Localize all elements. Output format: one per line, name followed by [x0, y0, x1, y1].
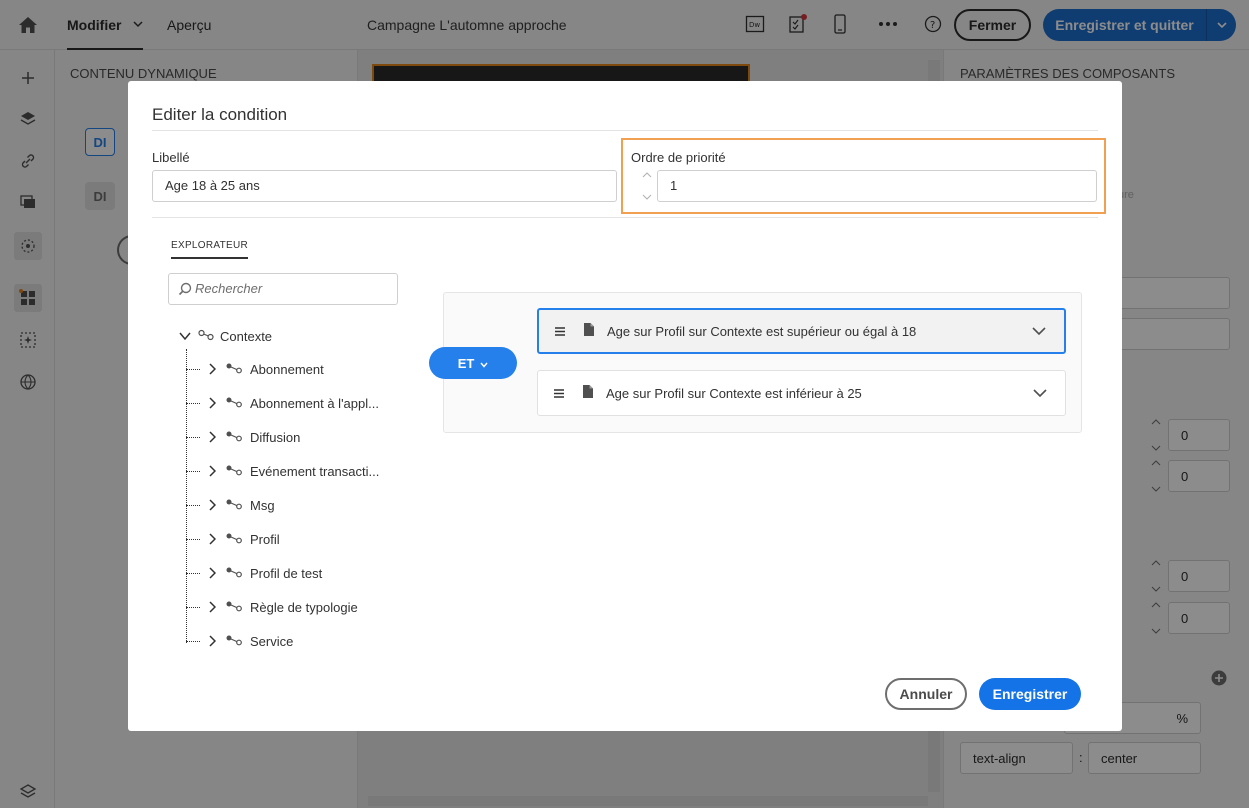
priority-stepper[interactable] [638, 172, 656, 200]
chevron-right-icon[interactable] [206, 397, 218, 409]
condition-row[interactable]: Age sur Profil sur Contexte est inférieu… [537, 370, 1066, 416]
tree-node-label: Service [250, 633, 294, 649]
link-node-icon [226, 634, 242, 649]
label-input[interactable]: Age 18 à 25 ans [152, 170, 617, 202]
label-field-label: Libellé [152, 150, 190, 165]
search-icon [178, 282, 192, 299]
tree-node-label: Profil de test [250, 565, 323, 581]
tree-node[interactable]: Msg [186, 494, 275, 516]
tree-node[interactable]: Profil de test [186, 562, 322, 584]
chevron-down-icon[interactable] [1033, 386, 1049, 401]
tree-node-label: Diffusion [250, 429, 301, 445]
operator-button[interactable]: ET [429, 347, 517, 379]
tree-node-label: Règle de typologie [250, 599, 358, 615]
chevron-right-icon[interactable] [206, 363, 218, 375]
tree-node-label: Evénement transacti... [250, 463, 380, 479]
condition-label: Age sur Profil sur Contexte est supérieu… [607, 323, 917, 339]
chevron-right-icon[interactable] [206, 635, 218, 647]
tree-node-label: Abonnement à l'appl... [250, 395, 379, 411]
link-node-icon [226, 464, 242, 479]
chevron-right-icon[interactable] [206, 499, 218, 511]
divider [152, 217, 1098, 218]
tree-node[interactable]: Service [186, 630, 293, 652]
drag-handle-icon[interactable] [554, 386, 568, 401]
search-input[interactable]: Rechercher [168, 273, 398, 305]
chevron-right-icon[interactable] [206, 567, 218, 579]
tree-node[interactable]: Abonnement [186, 358, 324, 380]
chevron-right-icon[interactable] [206, 465, 218, 477]
cancel-button[interactable]: Annuler [885, 678, 967, 710]
tree-node-label: Profil [250, 531, 280, 547]
divider [152, 130, 1098, 131]
link-node-icon [226, 566, 242, 581]
edit-condition-dialog: Editer la condition Libellé Age 18 à 25 … [128, 81, 1122, 731]
save-button[interactable]: Enregistrer [979, 678, 1081, 710]
tree-node[interactable]: Profil [186, 528, 280, 550]
link-node-icon [226, 430, 242, 445]
link-node-icon [226, 362, 242, 377]
drag-handle-icon[interactable] [555, 324, 569, 339]
chevron-right-icon[interactable] [206, 431, 218, 443]
tree-node-label: Abonnement [250, 361, 324, 377]
condition-row[interactable]: Age sur Profil sur Contexte est supérieu… [537, 308, 1066, 354]
chevron-right-icon[interactable] [206, 601, 218, 613]
operator-label[interactable]: ET [458, 356, 475, 371]
chevron-down-icon[interactable] [480, 356, 488, 371]
chevron-down-icon[interactable] [178, 329, 192, 344]
document-icon [582, 384, 594, 402]
tree-node[interactable]: Diffusion [186, 426, 300, 448]
tree-node[interactable]: Règle de typologie [186, 596, 358, 618]
dialog-title: Editer la condition [152, 105, 288, 124]
tab-explorer[interactable]: EXPLORATEUR [171, 240, 249, 259]
link-node-icon [226, 396, 242, 411]
priority-field-label: Ordre de priorité [631, 150, 726, 165]
tree-node[interactable]: Evénement transacti... [186, 460, 379, 482]
tree-node[interactable]: Abonnement à l'appl... [186, 392, 379, 414]
tree-node-label: Msg [250, 497, 275, 513]
priority-input[interactable]: 1 [657, 170, 1097, 202]
tree-node-label: Contexte [220, 328, 273, 344]
link-node-icon [226, 600, 242, 615]
document-icon [583, 322, 595, 340]
chevron-right-icon[interactable] [206, 533, 218, 545]
link-node-icon [198, 329, 214, 344]
link-node-icon [226, 532, 242, 547]
chevron-down-icon[interactable] [1032, 324, 1048, 339]
link-node-icon [226, 498, 242, 513]
condition-label: Age sur Profil sur Contexte est inférieu… [606, 385, 862, 401]
tree-node-contexte[interactable]: Contexte [178, 325, 272, 347]
